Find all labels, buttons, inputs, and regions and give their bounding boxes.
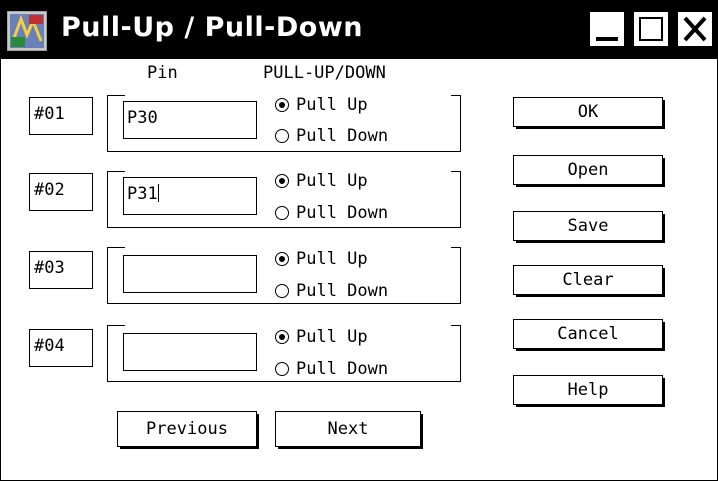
pin-input-03[interactable] <box>123 255 257 293</box>
cancel-button[interactable]: Cancel <box>513 319 665 351</box>
radio-pull-up-01[interactable]: Pull Up <box>275 95 368 115</box>
clear-button[interactable]: Clear <box>513 265 665 297</box>
radio-unselected-icon <box>275 206 289 220</box>
radio-pull-down-03[interactable]: Pull Down <box>275 281 388 301</box>
column-header-pin: Pin <box>147 63 178 83</box>
title-bar: Pull-Up / Pull-Down <box>1 1 717 59</box>
radio-pull-down-02[interactable]: Pull Down <box>275 203 388 223</box>
maximize-icon[interactable] <box>633 11 669 47</box>
radio-unselected-icon <box>275 362 289 376</box>
radio-pull-down-04[interactable]: Pull Down <box>275 359 388 379</box>
row-number-02: #02 <box>29 173 93 211</box>
pin-input-02[interactable]: P31 <box>123 177 257 215</box>
radio-pull-up-04[interactable]: Pull Up <box>275 327 368 347</box>
open-button[interactable]: Open <box>513 155 665 187</box>
app-icon[interactable] <box>7 11 47 51</box>
dialog-window: Pull-Up / Pull-Down Pin PULL-UP/DOWN #01… <box>0 0 718 481</box>
radio-unselected-icon <box>275 284 289 298</box>
ok-button[interactable]: OK <box>513 97 665 129</box>
save-button[interactable]: Save <box>513 211 665 243</box>
radio-pull-up-03[interactable]: Pull Up <box>275 249 368 269</box>
window-title: Pull-Up / Pull-Down <box>61 12 363 43</box>
radio-selected-icon <box>275 330 289 344</box>
row-number-01: #01 <box>29 97 93 135</box>
pin-input-04[interactable] <box>123 333 257 371</box>
row-number-04: #04 <box>29 329 93 367</box>
next-button[interactable]: Next <box>275 411 423 449</box>
column-header-pull-mode: PULL-UP/DOWN <box>263 63 386 83</box>
text-cursor <box>157 184 159 202</box>
previous-button[interactable]: Previous <box>117 411 259 449</box>
radio-pull-up-02[interactable]: Pull Up <box>275 171 368 191</box>
pin-input-01[interactable]: P30 <box>123 101 257 139</box>
row-number-03: #03 <box>29 251 93 289</box>
close-icon[interactable] <box>677 11 713 47</box>
radio-selected-icon <box>275 98 289 112</box>
minimize-icon[interactable] <box>589 11 625 47</box>
radio-selected-icon <box>275 252 289 266</box>
radio-selected-icon <box>275 174 289 188</box>
help-button[interactable]: Help <box>513 375 665 407</box>
radio-unselected-icon <box>275 129 289 143</box>
radio-pull-down-01[interactable]: Pull Down <box>275 126 388 146</box>
